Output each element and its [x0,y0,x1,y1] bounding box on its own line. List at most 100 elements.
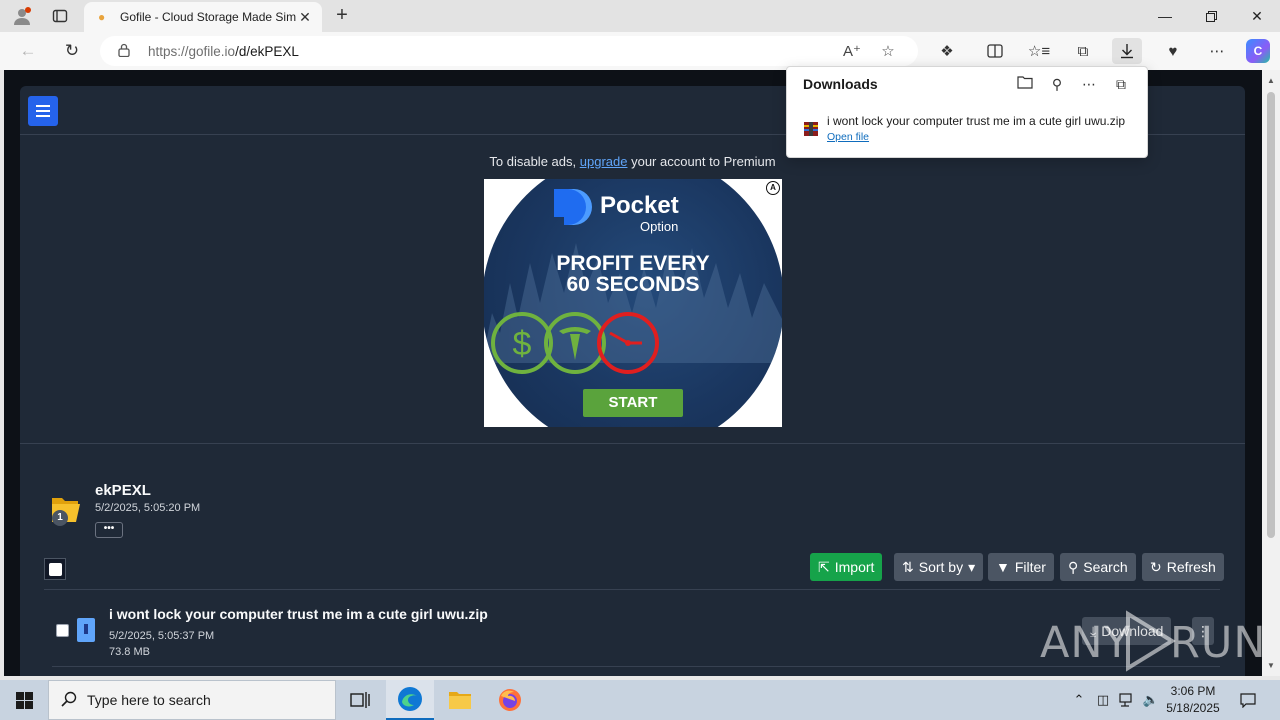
more-icon[interactable]: ⋯ [1077,73,1101,95]
tab-actions-icon[interactable] [46,4,74,28]
taskbar-clock[interactable]: 3:06 PM 5/18/2025 [1160,683,1226,717]
ad-brand: Pocket [600,192,679,219]
pocket-option-logo: Pocket Option [554,187,714,234]
advertisement[interactable]: Pocket Option PROFIT EVERY 60 SECONDS $ … [484,179,782,427]
pocket-logo-icon [554,189,592,225]
hamburger-menu-button[interactable] [28,96,58,126]
chevron-up-icon[interactable]: ⌃ [1068,680,1090,720]
open-file-link[interactable]: Open file [827,131,869,143]
address-bar[interactable]: https://gofile.io/d/ekPEXL A⁺ ☆ [100,36,918,66]
caret-down-icon: ▾ [968,558,976,575]
minimize-icon[interactable]: — [1142,0,1188,32]
file-size: 73.8 MB [109,646,150,658]
split-screen-icon[interactable] [980,38,1010,64]
search-button[interactable]: ⚲ Search [1060,553,1136,581]
tab-gofile[interactable]: ● Gofile - Cloud Storage Made Simple ✕ [84,2,322,32]
download-item-name[interactable]: i wont lock your computer trust me im a … [827,114,1125,128]
watermark-left: ANY [1040,618,1131,668]
tesla-coin-icon [544,312,606,374]
windows-start-icon[interactable] [0,680,48,720]
ad-headline-line-1: PROFIT EVERY [556,252,710,275]
heart-pulse-icon[interactable]: ♥ [1158,38,1188,64]
watermark-right: RUN [1170,618,1267,668]
filter-label: Filter [1014,559,1046,575]
refresh-label: Refresh [1166,559,1216,575]
close-window-icon[interactable]: ✕ [1234,0,1280,32]
page-scrollbar[interactable]: ▲ ▼ [1262,70,1280,676]
network-icon[interactable] [1116,680,1138,720]
search-icon [61,691,77,710]
search-label: Search [1083,559,1128,575]
search-icon[interactable]: ⚲ [1045,73,1069,95]
sort-by-button[interactable]: ⇅ Sort by ▾ [894,553,984,581]
read-aloud-icon[interactable]: A⁺ [834,42,870,60]
folder-date: 5/2/2025, 5:05:20 PM [95,502,201,514]
file-date: 5/2/2025, 5:05:37 PM [109,630,215,642]
star-icon[interactable]: ☆ [870,42,906,60]
download-icon[interactable] [1112,38,1142,64]
refresh-button[interactable]: ↻ Refresh [1142,553,1224,581]
scroll-thumb[interactable] [1267,92,1275,538]
ad-notice-suffix: your account to Premium [631,154,776,169]
profile-icon[interactable] [8,4,36,28]
notification-icon[interactable] [1236,680,1260,720]
divider [20,443,1245,444]
scroll-down-icon[interactable]: ▼ [1266,661,1276,670]
url-text: https://gofile.io/d/ekPEXL [148,44,834,59]
more-icon[interactable]: ⋯ [1202,38,1232,64]
puzzle-icon[interactable]: ❖ [932,38,962,64]
task-view-icon[interactable] [336,680,384,720]
tab-bar: ● Gofile - Cloud Storage Made Simple ✕ +… [0,0,1280,32]
file-name[interactable]: i wont lock your computer trust me im a … [109,606,488,622]
clock-time: 3:06 PM [1170,684,1216,698]
filter-icon: ▼ [996,559,1010,575]
restore-icon[interactable] [1188,0,1234,32]
edge-icon[interactable] [386,680,434,720]
divider [44,589,1220,590]
folder-count-badge: 1 [52,510,68,526]
sort-icon: ⇅ [902,558,914,575]
lock-icon[interactable] [118,43,132,60]
upgrade-link[interactable]: upgrade [580,154,628,169]
taskbar-search-input[interactable]: Type here to search [48,680,336,720]
svg-text:$: $ [513,325,532,363]
copilot-icon[interactable]: C [1246,39,1270,63]
search-placeholder: Type here to search [87,692,211,708]
device-icon[interactable]: ◫ [1092,680,1114,720]
pin-icon[interactable]: ⧉ [1109,73,1133,95]
dollar-coin-icon: $ [491,312,553,374]
url-path: /d/ekPEXL [235,43,299,59]
plus-icon[interactable]: + [330,4,354,28]
ad-headline-line-2: 60 SECONDS [566,273,700,296]
import-button[interactable]: ⇱ Import [810,553,883,581]
clock-icon [597,312,659,374]
collections-icon[interactable]: ⧉ [1068,38,1098,64]
taskbar: Type here to search ⌃ ◫ 🔈 3:06 PM 5/18/2… [0,680,1280,720]
downloads-flyout: Downloads ⚲ ⋯ ⧉ i wont lock your compute… [786,66,1148,158]
folder-more-button[interactable]: ••• [95,522,123,538]
downloads-title: Downloads [803,76,878,92]
ad-choices-icon[interactable]: A [766,181,780,195]
gofile-panel: To disable ads, upgrade your account to … [20,86,1245,676]
ad-icons: $ [491,312,659,374]
firefox-icon[interactable] [486,680,534,720]
file-checkbox[interactable] [56,624,69,637]
search-icon: ⚲ [1068,558,1079,575]
refresh-icon[interactable]: ↻ [58,38,86,64]
volume-icon[interactable]: 🔈 [1140,680,1162,720]
close-icon[interactable]: ✕ [296,9,314,26]
folder-icon[interactable] [1013,73,1037,95]
ad-brand-sub: Option [640,219,679,234]
sort-label: Sort by [918,559,964,575]
import-label: Import [834,559,875,575]
favorites-icon[interactable]: ☆≡ [1024,38,1054,64]
ad-start-button[interactable]: START [583,389,683,417]
back-arrow-icon[interactable]: ← [14,38,42,64]
select-all-checkbox[interactable] [44,558,66,580]
play-logo-icon [1126,610,1176,672]
filter-button[interactable]: ▼ Filter [988,553,1054,581]
url-host: https://gofile.io [148,43,236,59]
scroll-up-icon[interactable]: ▲ [1266,76,1276,85]
file-explorer-icon[interactable] [436,680,484,720]
anyrun-watermark: ANY RUN [1040,610,1266,674]
